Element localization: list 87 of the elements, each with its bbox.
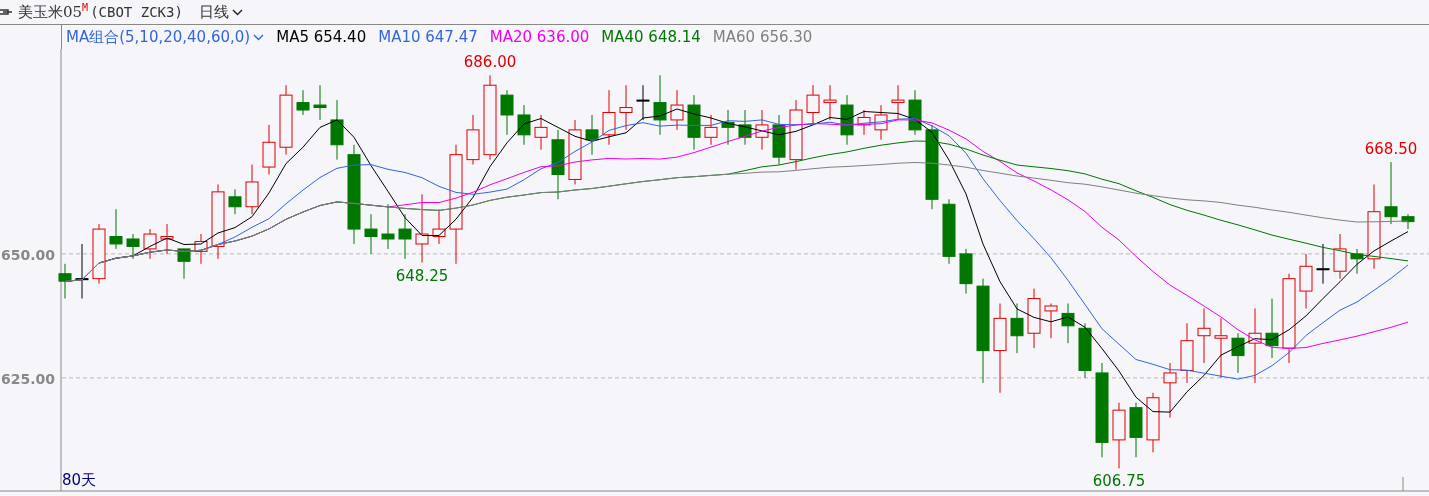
ma-legend-value: MA10 647.47 (378, 28, 478, 46)
chevron-down-icon[interactable] (231, 8, 243, 16)
candlestick (721, 109, 735, 146)
y-axis-label: 650.00 (0, 246, 55, 263)
candlestick (228, 188, 242, 215)
candlestick (58, 263, 72, 299)
candlestick (1078, 322, 1092, 379)
candlestick (585, 114, 599, 156)
instrument-code: (CBOT ZCK3) (90, 4, 183, 20)
candlestick (1146, 392, 1160, 453)
candlestick (789, 99, 803, 171)
candlestick (1163, 362, 1177, 419)
candlestick (891, 84, 905, 121)
candlestick (670, 89, 684, 131)
candlestick (857, 109, 871, 136)
candlestick (330, 99, 344, 161)
candlestick (245, 164, 259, 215)
candlestick (602, 89, 616, 146)
candlestick (551, 129, 565, 200)
candlestick (1129, 402, 1143, 458)
candlestick (755, 109, 769, 151)
candlestick (534, 114, 548, 151)
candlestick (772, 114, 786, 166)
candlestick (313, 84, 327, 121)
link-icon[interactable] (0, 7, 12, 17)
candlestick (109, 208, 123, 250)
candlestick (1027, 288, 1041, 349)
candlestick (194, 233, 208, 265)
candlestick (296, 89, 310, 116)
price-label: 606.75 (1092, 472, 1146, 491)
ma-group-dropdown[interactable]: MA组合(5,10,20,40,60,0) (66, 27, 265, 47)
candlestick (1214, 317, 1228, 379)
candlestick (466, 114, 480, 166)
candlestick (874, 104, 888, 141)
candlestick (143, 228, 157, 260)
candlestick (1333, 233, 1347, 280)
candlestick (959, 248, 973, 295)
candlestick (517, 104, 531, 146)
candlestick (823, 84, 837, 121)
candlestick (1197, 307, 1211, 364)
candlestick (92, 223, 106, 285)
candlestick (279, 84, 293, 156)
y-axis-label: 625.00 (0, 370, 55, 387)
candlestick (653, 74, 667, 136)
candlestick (1061, 303, 1075, 344)
candlestick (840, 94, 854, 146)
candlestick (1265, 298, 1279, 359)
candlestick (262, 124, 276, 175)
candlestick (364, 213, 378, 255)
candlestick (942, 198, 956, 265)
ma-legend-value: MA20 636.00 (489, 28, 590, 46)
instrument-title: 美玉米05$^{M}$ (18, 2, 89, 22)
candlestick (1401, 213, 1415, 230)
price-label: 668.50 (1364, 140, 1418, 159)
candlestick (75, 243, 89, 299)
candlestick (398, 213, 412, 260)
candlestick (738, 109, 752, 146)
price-label: 648.25 (395, 266, 449, 285)
candlestick (1180, 322, 1194, 384)
candlestick (126, 233, 140, 260)
period-dropdown[interactable]: 日线 (198, 2, 243, 22)
candlestick (636, 84, 650, 121)
candlestick (1231, 332, 1245, 374)
ma-legend-value: MA40 648.14 (601, 28, 701, 46)
candlestick (1384, 161, 1398, 225)
candlestick (619, 84, 633, 131)
candlestick (177, 248, 191, 280)
ma-legend-value: MA60 656.30 (712, 28, 813, 46)
candlestick (687, 94, 701, 151)
candlestick (1316, 243, 1330, 285)
candlestick (1350, 248, 1364, 275)
candlestick (806, 84, 820, 126)
candlestick (432, 208, 446, 245)
candlestick (1044, 303, 1058, 339)
period-span-label: 80天 (62, 471, 97, 489)
candlestick (704, 114, 718, 146)
candlestick (908, 89, 922, 136)
ma-legend-value: MA5 654.40 (276, 28, 367, 46)
candlestick (381, 203, 395, 250)
candlestick (1010, 303, 1024, 354)
candlestick (568, 119, 582, 185)
candlestick (160, 223, 174, 255)
price-label: 686.00 (463, 53, 517, 72)
candlestick (1112, 402, 1126, 469)
candlestick (500, 89, 514, 136)
candlestick (415, 193, 429, 264)
candlestick (1299, 253, 1313, 309)
